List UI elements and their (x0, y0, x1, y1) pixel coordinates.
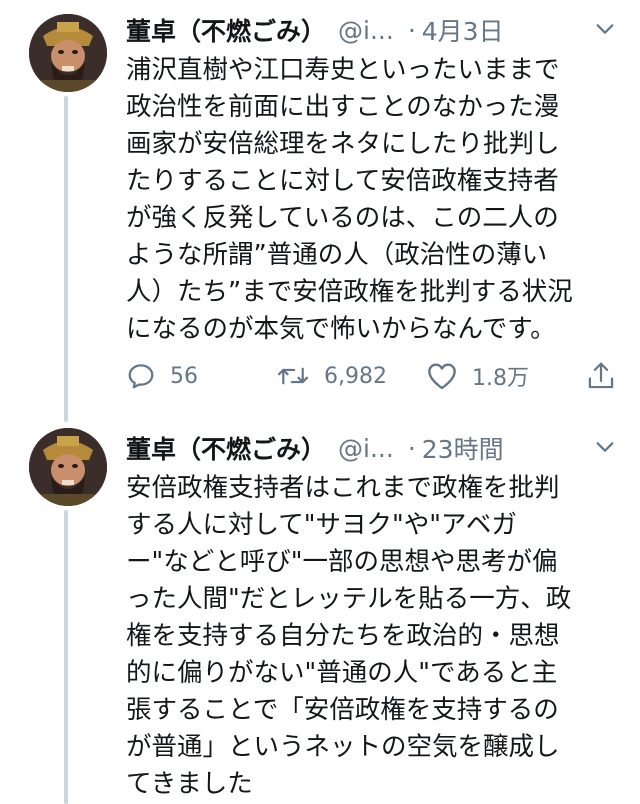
text-line: する人に対して"サヨク"や"アベガ (126, 510, 517, 540)
text-line: が普通」というネットの空気を醸成し (126, 732, 560, 762)
tweet-text: 浦沢直樹や江口寿史といったいままで 政治性を前面に出すことのなかった漫 画家が安… (126, 52, 626, 348)
separator-dot: · (407, 15, 416, 45)
reply-count: 56 (170, 363, 198, 389)
text-line: 政治性を前面に出すことのなかった漫 (126, 92, 560, 122)
text-line: 権を支持する自分たちを政治的・思想 (126, 621, 560, 651)
text-line: てきました (126, 769, 253, 799)
retweet-icon (277, 367, 309, 385)
reply-icon (128, 364, 154, 389)
tweet-text: 安倍政権支持者はこれまで政権を批判 する人に対して"サヨク"や"アベガ ー"など… (126, 470, 626, 803)
heart-icon (428, 363, 456, 390)
text-line: った人間"だとレッテルを貼る一方、政 (126, 584, 572, 614)
tweet-header: 董卓（不燃ごみ） @i... · 4月3日 (126, 10, 620, 50)
text-line: 安倍政権支持者はこれまで政権を批判 (126, 473, 560, 503)
timestamp[interactable]: 4月3日 (422, 12, 504, 48)
text-line: ー"などと呼び"一部の思想や思考が偏 (126, 547, 558, 577)
share-icon (588, 362, 614, 389)
retweet-count: 6,982 (324, 363, 387, 389)
text-line: 画家が安倍総理をネタにしたり批判し (126, 129, 560, 159)
thread-line-bottom (64, 510, 68, 804)
text-line: たりすることに対して安倍政権支持者 (126, 166, 559, 196)
text-line: ような所謂”普通の人（政治性の薄い (126, 240, 548, 270)
like-count: 1.8万 (472, 366, 529, 391)
share-button[interactable] (586, 360, 616, 392)
tweet-header: 董卓（不燃ごみ） @i... · 23時間 (126, 428, 620, 468)
handle[interactable]: @i... (338, 16, 394, 45)
text-line: 張することで「安倍政権を支持するの (126, 695, 559, 725)
like-button[interactable]: 1.8万 (426, 360, 576, 392)
text-line: 浦沢直樹や江口寿史といったいままで (126, 55, 560, 85)
chevron-down-icon[interactable] (594, 18, 616, 40)
timestamp[interactable]: 23時間 (422, 430, 504, 466)
display-name[interactable]: 董卓（不燃ごみ） (126, 12, 326, 48)
chevron-down-icon[interactable] (594, 436, 616, 458)
text-line: が強く反発しているのは、この二人の (126, 203, 559, 233)
tweet-actions: 56 6,982 1.8万 (126, 356, 616, 396)
text-line: 的に偏りがない"普通の人"であると主 (126, 658, 558, 688)
thread-line-top (64, 96, 68, 422)
reply-button[interactable]: 56 (126, 361, 276, 391)
retweet-button[interactable]: 6,982 (276, 361, 426, 391)
display-name[interactable]: 董卓（不燃ごみ） (126, 430, 326, 466)
separator-dot: · (407, 433, 416, 463)
timeline: 董卓（不燃ごみ） @i... · 4月3日 浦沢直樹や江口寿史といったいままで … (0, 0, 640, 804)
avatar-image (29, 428, 107, 506)
handle[interactable]: @i... (338, 434, 394, 463)
text-line: になるのが本気で怖いからなんです。 (126, 314, 556, 344)
avatar[interactable] (29, 14, 107, 92)
avatar[interactable] (29, 428, 107, 506)
text-line: 人）たち”まで安倍政権を批判する状況 (126, 277, 573, 307)
avatar-image (29, 14, 107, 92)
